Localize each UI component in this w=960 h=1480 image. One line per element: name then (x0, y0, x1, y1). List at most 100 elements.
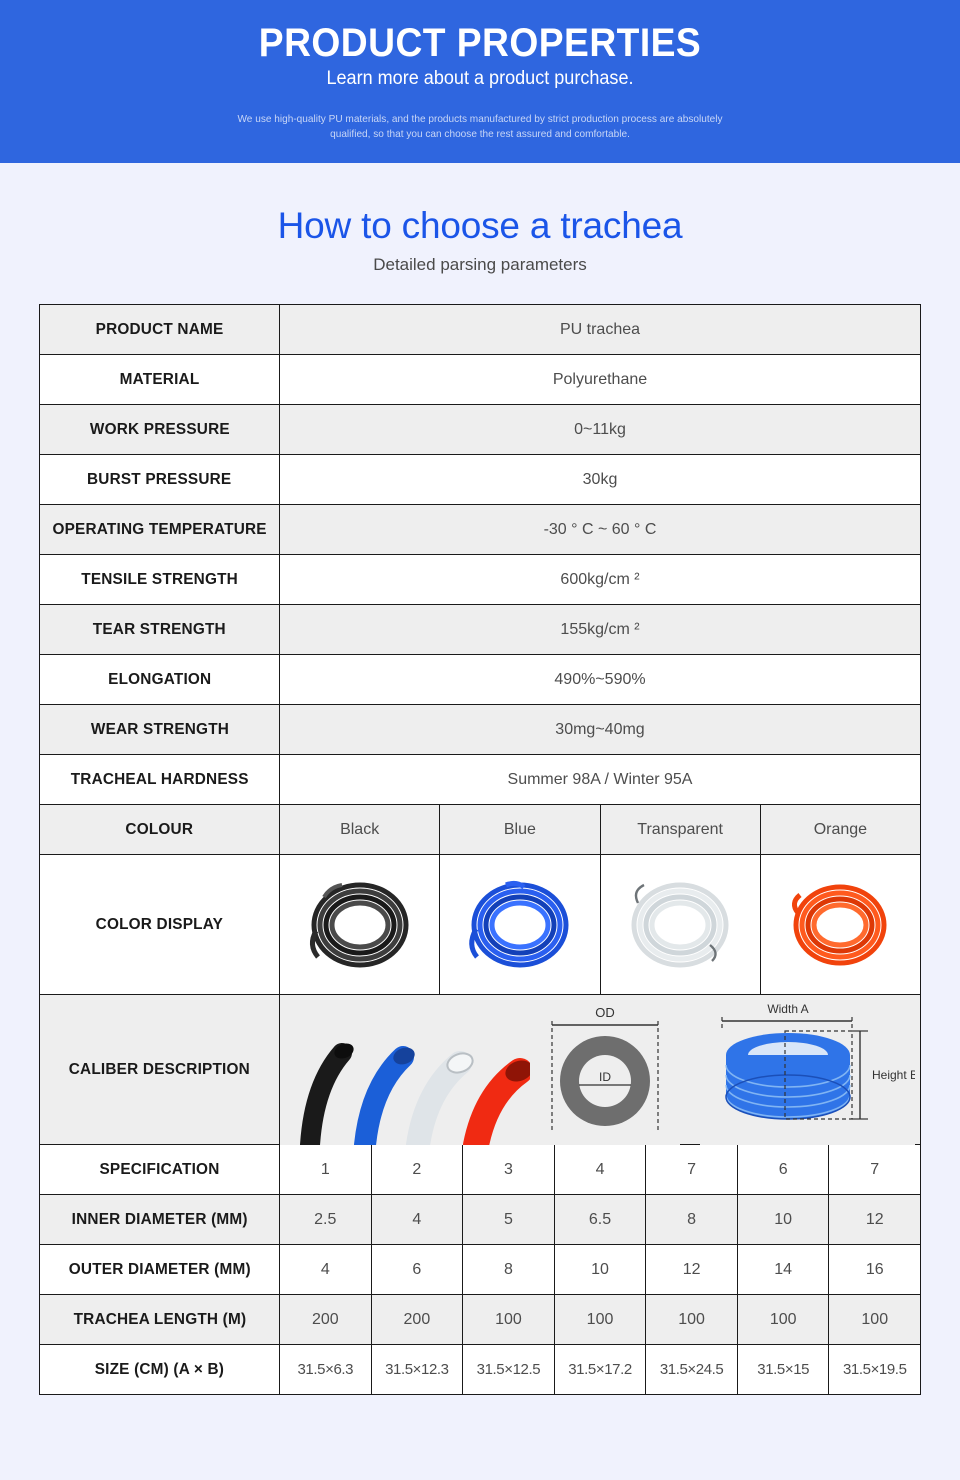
colour-row: COLOUR Black Blue Transparent Orange (40, 805, 920, 855)
spec-cell: 100 (646, 1295, 738, 1345)
spec-cell: 31.5×17.2 (554, 1345, 647, 1395)
property-label: WEAR STRENGTH (40, 705, 280, 755)
spec-cell: 4 (280, 1245, 372, 1295)
property-value: 600kg/cm ² (280, 555, 920, 605)
colour-option-transparent: Transparent (601, 805, 761, 854)
spec-cell: 31.5×24.5 (646, 1345, 738, 1395)
coil-image-orange (760, 855, 920, 995)
property-value: Summer 98A / Winter 95A (280, 755, 920, 805)
caliber-label: CALIBER DESCRIPTION (40, 995, 280, 1145)
spec-cell: 31.5×12.5 (463, 1345, 555, 1395)
colour-option-blue: Blue (440, 805, 601, 854)
property-label-text: PRODUCT NAME (95, 320, 224, 338)
spec-cell: 8 (646, 1195, 738, 1245)
coil-image-transparent (600, 855, 761, 995)
spec-cell: 6 (737, 1145, 830, 1195)
spec-label-text: INNER DIAMETER (MM) (71, 1210, 248, 1228)
property-label: TRACHEAL HARDNESS (40, 755, 280, 805)
property-row: WEAR STRENGTH 30mg~40mg (40, 705, 920, 755)
property-row: OPERATING TEMPERATURE -30 ° C ~ 60 ° C (40, 505, 920, 555)
spec-cell: 1 (280, 1145, 372, 1195)
property-row: ELONGATION 490%~590% (40, 655, 920, 705)
property-row: BURST PRESSURE 30kg (40, 455, 920, 505)
property-label: PRODUCT NAME (40, 305, 280, 355)
spec-cell: 2 (371, 1145, 464, 1195)
spec-row: SIZE (CM) (A × B) 31.5×6.3 31.5×12.3 31.5×1… (40, 1345, 921, 1395)
spec-cell: 100 (737, 1295, 830, 1345)
spec-cell: 31.5×6.3 (280, 1345, 372, 1395)
property-label-text: OPERATING TEMPERATURE (52, 520, 267, 538)
property-value: PU trachea (280, 305, 920, 355)
property-label-text: TEAR STRENGTH (92, 620, 227, 638)
section-heading: How to choose a trachea Detailed parsing… (0, 163, 960, 275)
property-row: PRODUCT NAME PU trachea (40, 305, 920, 355)
colour-label-text: COLOUR (125, 820, 194, 838)
property-label: WORK PRESSURE (40, 405, 280, 455)
coil-image-black (280, 855, 441, 995)
property-label-text: BURST PRESSURE (87, 470, 232, 488)
property-label-text: WEAR STRENGTH (90, 720, 229, 738)
property-value: 30mg~40mg (280, 705, 920, 755)
property-label: ELONGATION (40, 655, 280, 705)
spec-cell: 31.5×12.3 (371, 1345, 464, 1395)
caliber-media: OD ID Width A Height B (280, 994, 920, 1145)
property-label: TENSILE STRENGTH (40, 555, 280, 605)
id-label: ID (599, 1070, 611, 1084)
spec-cell: 10 (737, 1195, 830, 1245)
spec-cell: 14 (737, 1245, 830, 1295)
spec-cell: 100 (463, 1295, 555, 1345)
spec-cell: 2.5 (280, 1195, 372, 1245)
spec-row: SPECIFICATION 1 2 3 4 7 6 7 (40, 1145, 921, 1195)
property-row: TENSILE STRENGTH 600kg/cm ² (40, 555, 920, 605)
spec-label: SPECIFICATION (40, 1145, 280, 1195)
od-label: OD (595, 1005, 615, 1020)
spec-cell: 7 (829, 1145, 921, 1195)
spec-row: OUTER DIAMETER (MM) 4 6 8 10 12 14 16 (40, 1245, 921, 1295)
hero-description: We use high-quality PU materials, and th… (237, 113, 723, 141)
section-title: How to choose a trachea (277, 205, 683, 246)
spec-label: OUTER DIAMETER (MM) (40, 1245, 280, 1295)
color-display-label-text: COLOR DISPLAY (95, 915, 224, 933)
spec-label: SIZE (CM) (A × B) (40, 1345, 280, 1395)
spec-cell: 10 (554, 1245, 647, 1295)
hero-banner: PRODUCT PROPERTIES Learn more about a pr… (0, 0, 960, 163)
property-value: 155kg/cm ² (280, 605, 920, 655)
spec-cell: 7 (646, 1145, 738, 1195)
coil-dimension-diagram: Width A Height B (700, 994, 915, 1145)
spec-cell: 12 (646, 1245, 738, 1295)
color-display-row: COLOR DISPLAY (40, 855, 920, 995)
property-value: 0~11kg (280, 405, 920, 455)
spec-label: TRACHEA LENGTH (M) (40, 1295, 280, 1345)
product-properties-table: PRODUCT NAME PU trachea MATERIAL Polyuretha… (39, 304, 921, 1395)
spec-cell: 31.5×19.5 (829, 1345, 921, 1395)
spec-label-text: SIZE (CM) (A × B) (94, 1360, 225, 1378)
colour-option-black: Black (280, 805, 441, 854)
spec-cell: 8 (463, 1245, 555, 1295)
spec-cell: 12 (829, 1195, 921, 1245)
spec-row: INNER DIAMETER (MM) 2.5 4 5 6.5 8 10 12 (40, 1195, 921, 1245)
caliber-description-row: CALIBER DESCRIPTION OD ID Width A Height… (40, 994, 920, 1145)
property-row: TRACHEAL HARDNESS Summer 98A / Winter 95A (40, 755, 920, 805)
color-display-label: COLOR DISPLAY (40, 855, 280, 995)
property-label: OPERATING TEMPERATURE (40, 505, 280, 555)
spec-label-text: SPECIFICATION (99, 1160, 220, 1178)
spec-cell: 4 (554, 1145, 647, 1195)
spec-cell: 100 (829, 1295, 921, 1345)
property-label-text: WORK PRESSURE (89, 420, 230, 438)
colour-option-orange: Orange (813, 820, 868, 838)
section-subtitle: Detailed parsing parameters (373, 255, 587, 274)
width-a-label: Width A (767, 1002, 808, 1016)
spec-cell: 16 (829, 1245, 921, 1295)
property-label-text: TRACHEAL HARDNESS (70, 770, 249, 788)
spec-cell: 200 (371, 1295, 464, 1345)
property-label: MATERIAL (40, 355, 280, 405)
property-value: 30kg (280, 455, 920, 505)
property-value: 490%~590% (280, 655, 920, 705)
property-row: TEAR STRENGTH 155kg/cm ² (40, 605, 920, 655)
hero-subtitle: Learn more about a product purchase. (326, 68, 634, 89)
spec-cell: 6.5 (554, 1195, 647, 1245)
colour-label: COLOUR (40, 805, 280, 855)
spec-cell: 3 (463, 1145, 555, 1195)
spec-cell: 6 (371, 1245, 464, 1295)
tube-samples-image (280, 994, 530, 1145)
